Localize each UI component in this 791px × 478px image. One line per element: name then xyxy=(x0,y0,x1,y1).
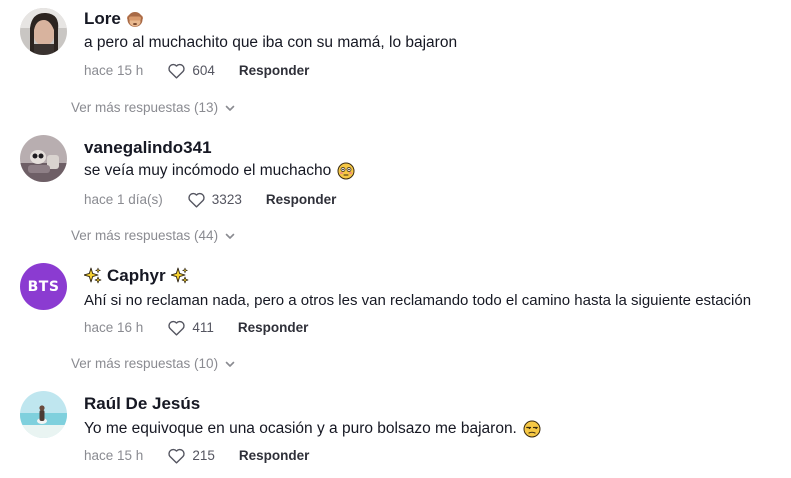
view-more-replies-label: Ver más respuestas (10) xyxy=(71,356,219,371)
comment-body: Ahí si no reclaman nada, pero a otros le… xyxy=(84,292,752,309)
view-more-replies-button[interactable]: Ver más respuestas (10) xyxy=(71,356,236,371)
like-count: 215 xyxy=(192,448,215,463)
heart-outline-icon xyxy=(168,320,185,336)
comment-username[interactable]: vanegalindo341 xyxy=(84,138,212,158)
avatar[interactable] xyxy=(20,8,67,55)
heart-outline-icon xyxy=(168,448,185,464)
comment-meta: hace 1 día(s) 3323 Responder xyxy=(84,191,336,208)
username-text: Raúl De Jesús xyxy=(84,394,201,413)
comment-username[interactable]: Lore xyxy=(84,9,144,29)
username-text: Lore xyxy=(84,9,121,28)
comment-username[interactable]: Caphyr xyxy=(84,266,189,286)
like-button[interactable]: 3323 xyxy=(187,191,242,208)
comment-meta: hace 15 h 604 Responder xyxy=(84,62,309,79)
comment-body: se veía muy incómodo el muchacho xyxy=(84,162,332,179)
see-no-evil-monkey-icon xyxy=(126,10,144,28)
comment-time: hace 1 día(s) xyxy=(84,192,163,207)
comment-username[interactable]: Raúl De Jesús xyxy=(84,394,200,414)
sparkles-icon xyxy=(170,267,189,285)
like-button[interactable]: 215 xyxy=(167,447,215,464)
view-more-replies-label: Ver más respuestas (44) xyxy=(71,228,219,243)
reply-button[interactable]: Responder xyxy=(239,448,310,463)
avatar[interactable]: BTS xyxy=(20,263,67,310)
view-more-replies-label: Ver más respuestas (13) xyxy=(71,100,219,115)
view-more-replies-button[interactable]: Ver más respuestas (44) xyxy=(71,228,236,243)
comment-meta: hace 15 h 215 Responder xyxy=(84,447,309,464)
unamused-face-icon xyxy=(523,420,541,438)
reply-button[interactable]: Responder xyxy=(238,320,309,335)
like-count: 3323 xyxy=(211,192,242,207)
heart-outline-icon xyxy=(188,192,205,208)
comment-body: Yo me equivoque en una ocasión y a puro … xyxy=(84,420,517,437)
avatar[interactable] xyxy=(20,135,67,182)
comment-meta: hace 16 h 411 Responder xyxy=(84,319,308,336)
comment-text: Ahí si no reclaman nada, pero a otros le… xyxy=(84,292,751,309)
like-count: 604 xyxy=(192,63,215,78)
comment-time: hace 15 h xyxy=(84,448,144,463)
comment-text: a pero al muchachito que iba con su mamá… xyxy=(84,34,457,52)
username-text: vanegalindo341 xyxy=(84,138,212,157)
like-button[interactable]: 411 xyxy=(167,319,214,336)
chevron-down-icon xyxy=(225,233,235,239)
heart-outline-icon xyxy=(168,63,185,79)
like-button[interactable]: 604 xyxy=(167,62,215,79)
comment-body: a pero al muchachito que iba con su mamá… xyxy=(84,34,458,51)
sparkles-icon xyxy=(84,267,102,285)
reply-button[interactable]: Responder xyxy=(266,192,337,207)
comment-time: hace 16 h xyxy=(84,320,144,335)
flushed-face-icon xyxy=(337,162,355,180)
chevron-down-icon xyxy=(225,361,235,367)
like-count: 411 xyxy=(192,320,214,335)
comment-time: hace 15 h xyxy=(84,63,144,78)
avatar[interactable] xyxy=(20,391,67,438)
reply-button[interactable]: Responder xyxy=(239,63,310,78)
comment-text: Yo me equivoque en una ocasión y a puro … xyxy=(84,420,541,438)
avatar-text: BTS xyxy=(20,263,67,310)
chevron-down-icon xyxy=(225,105,235,111)
username-text: Caphyr xyxy=(107,266,166,285)
comment-text: se veía muy incómodo el muchacho xyxy=(84,162,355,180)
view-more-replies-button[interactable]: Ver más respuestas (13) xyxy=(71,100,236,115)
